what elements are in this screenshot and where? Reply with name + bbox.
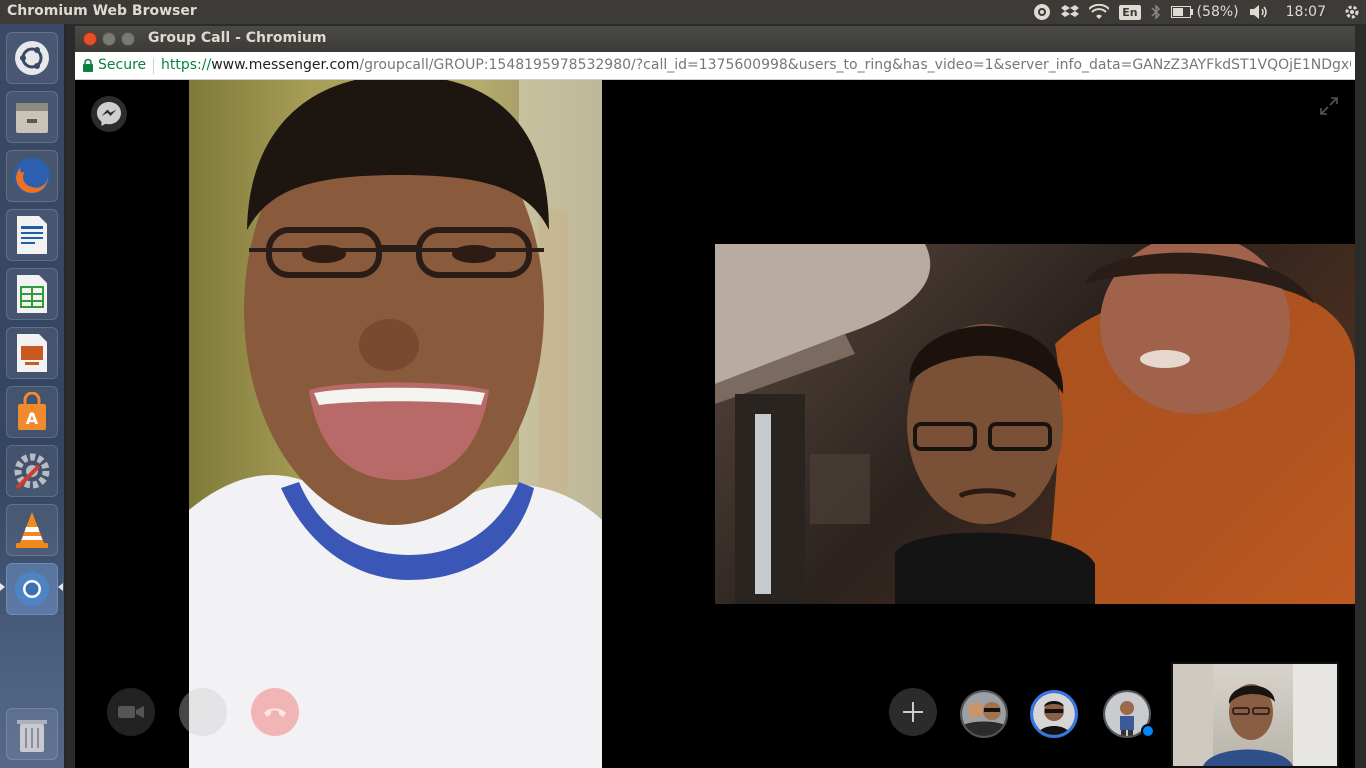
clock[interactable]: 18:07 <box>1274 0 1338 24</box>
messenger-logo-icon[interactable] <box>91 96 127 132</box>
plus-icon <box>903 702 923 722</box>
calc-launcher[interactable] <box>6 268 58 320</box>
dropbox-icon[interactable] <box>1056 0 1084 24</box>
bluetooth-icon[interactable] <box>1146 0 1166 24</box>
address-separator <box>153 58 154 74</box>
battery-percent: (58%) <box>1196 4 1239 20</box>
firefox-launcher[interactable] <box>6 150 58 202</box>
self-video-preview[interactable] <box>1171 662 1339 768</box>
url-path: /groupcall/GROUP:1548195978532980/?call_… <box>359 57 1351 73</box>
hang-up-icon <box>264 708 286 717</box>
secure-label: Secure <box>98 57 147 73</box>
trash-icon <box>17 720 47 752</box>
firefox-icon <box>14 158 50 194</box>
participant-avatar-2[interactable] <box>1030 690 1078 738</box>
url-host: www.messenger.com <box>211 57 360 73</box>
window-maximize-button[interactable] <box>121 32 135 46</box>
participant-video-remote[interactable] <box>715 244 1355 604</box>
participant-video-main[interactable] <box>189 80 602 768</box>
ubuntu-logo-icon <box>15 41 49 75</box>
vlc-cone-icon <box>16 512 48 548</box>
battery-icon <box>1170 6 1193 18</box>
battery-indicator[interactable]: (58%) <box>1166 0 1244 24</box>
secure-indicator[interactable]: Secure <box>83 57 146 73</box>
libreoffice-calc-icon <box>17 275 47 313</box>
window-title: Group Call - Chromium <box>148 30 327 46</box>
indicator-area: En (58%) 18:07 <box>1028 0 1366 24</box>
video-toggle-button[interactable] <box>107 688 155 736</box>
window-close-button[interactable] <box>83 32 97 46</box>
messenger-badge-icon <box>1141 724 1155 738</box>
impress-launcher[interactable] <box>6 327 58 379</box>
mic-toggle-button[interactable] <box>179 688 227 736</box>
active-app-indicator <box>0 583 5 591</box>
keyboard-layout-label: En <box>1119 4 1141 20</box>
volume-icon[interactable] <box>1244 0 1274 24</box>
software-center-launcher[interactable]: A <box>6 386 58 438</box>
wifi-icon[interactable] <box>1084 0 1114 24</box>
url-scheme: https:// <box>161 57 212 73</box>
trash-launcher[interactable] <box>6 708 58 760</box>
gear-icon[interactable] <box>1338 0 1366 24</box>
group-call-stage: ⟩ <box>75 80 1355 768</box>
file-cabinet-icon <box>16 103 48 133</box>
files-launcher[interactable] <box>6 91 58 143</box>
participant-avatar-1[interactable] <box>960 690 1008 738</box>
focused-app-title: Chromium Web Browser <box>7 3 197 19</box>
keyboard-layout-indicator[interactable]: En <box>1114 0 1145 24</box>
fullscreen-expand-icon[interactable] <box>1319 96 1339 116</box>
system-settings-launcher[interactable] <box>6 445 58 497</box>
steam-icon[interactable] <box>1028 0 1056 24</box>
video-camera-icon <box>118 706 144 718</box>
window-minimize-button[interactable] <box>102 32 116 46</box>
focused-app-indicator <box>58 583 63 591</box>
chromium-icon <box>15 572 49 606</box>
vlc-launcher[interactable] <box>6 504 58 556</box>
settings-wrench-icon <box>14 453 50 490</box>
libreoffice-writer-icon <box>17 216 47 254</box>
ubuntu-dash-button[interactable] <box>6 32 58 84</box>
address-bar[interactable]: Secure https://www.messenger.com/groupca… <box>75 52 1355 80</box>
url-text[interactable]: https://www.messenger.com/groupcall/GROU… <box>161 57 1351 73</box>
add-participant-button[interactable] <box>889 688 937 736</box>
svg-text:A: A <box>26 409 39 428</box>
shopping-bag-icon: A <box>18 392 46 430</box>
writer-launcher[interactable] <box>6 209 58 261</box>
launcher: A <box>0 24 65 768</box>
end-call-button[interactable] <box>251 688 299 736</box>
browser-window: Group Call - Chromium Secure https://www… <box>75 26 1355 768</box>
libreoffice-impress-icon <box>17 334 47 372</box>
microphone-icon <box>195 700 211 723</box>
chromium-launcher[interactable] <box>6 563 58 615</box>
top-panel: Chromium Web Browser En (58%) 18:07 <box>0 0 1366 24</box>
lock-icon <box>83 58 93 72</box>
window-titlebar[interactable]: Group Call - Chromium <box>75 26 1355 52</box>
